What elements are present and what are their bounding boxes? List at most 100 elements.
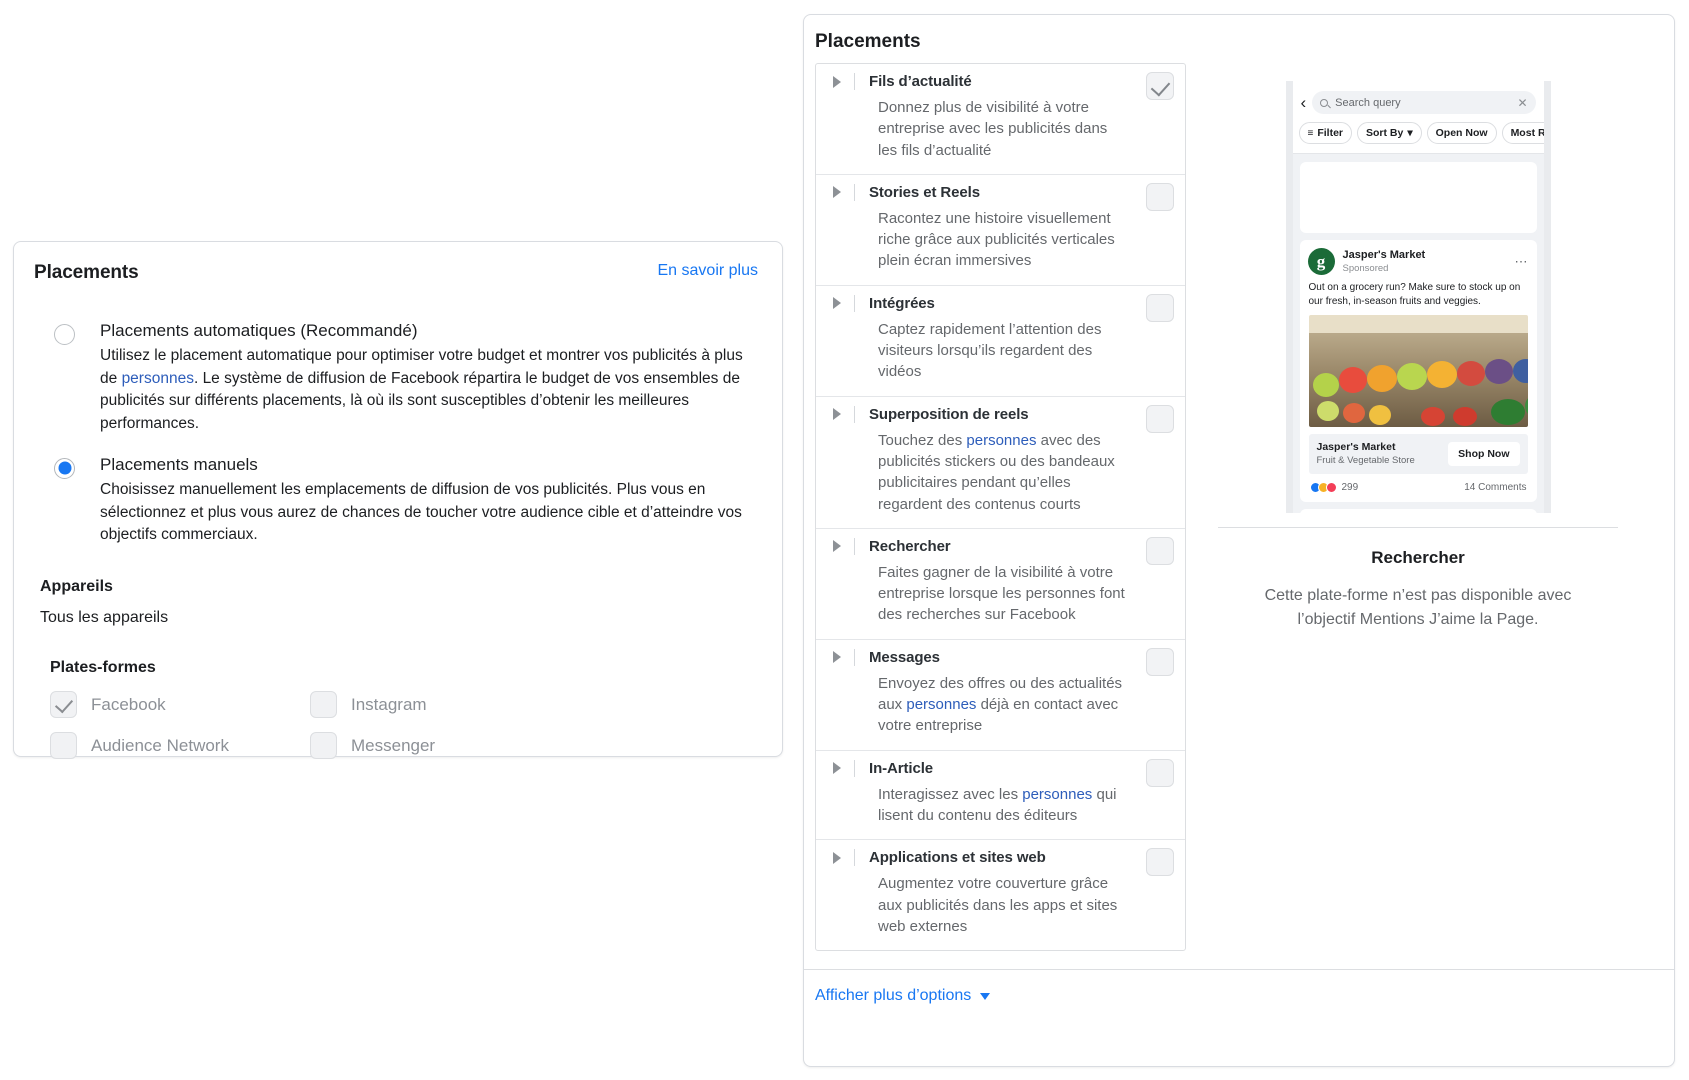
- placement-item-header: In-Article: [816, 759, 1185, 777]
- placement-item-checkbox[interactable]: [1146, 848, 1174, 877]
- preview-note: Cette plate-forme n’est pas disponible a…: [1264, 587, 1572, 628]
- devices-section: Appareils Tous les appareils: [40, 578, 758, 627]
- placement-item-description: Racontez une histoire visuellement riche…: [878, 208, 1125, 272]
- placement-item-checkbox[interactable]: [1146, 404, 1174, 433]
- ad-brand-block: Jasper's Market Sponsored: [1343, 249, 1426, 275]
- radio-manual-indicator[interactable]: [54, 457, 75, 479]
- chip-sort-by[interactable]: Sort By ▾: [1357, 122, 1422, 144]
- close-icon[interactable]: ✕: [1517, 96, 1527, 110]
- show-more-options-label: Afficher plus d’options: [815, 987, 972, 1005]
- preview-title: Rechercher: [1371, 548, 1465, 567]
- placement-item-description: Envoyez des offres ou des actualités aux…: [878, 673, 1125, 737]
- chevron-right-icon[interactable]: [833, 297, 841, 310]
- placement-item-label: Fils d’actualité: [869, 73, 972, 90]
- more-options-icon[interactable]: ⋯: [1515, 254, 1529, 270]
- phone-search-input[interactable]: Search query ✕: [1312, 91, 1536, 114]
- chevron-right-icon[interactable]: [833, 186, 841, 199]
- placement-item-label: Rechercher: [869, 537, 951, 555]
- chevron-right-icon[interactable]: [833, 851, 841, 864]
- right-panel-title: Placements: [815, 31, 921, 52]
- placement-item[interactable]: Superposition de reels Touchez des person…: [816, 397, 1185, 529]
- placement-item-checkbox[interactable]: [1146, 647, 1174, 676]
- phone-screen: ‹ Search query ✕ ≡ Filter Sort By ▾ Open…: [1292, 81, 1544, 513]
- placement-item-header: Applications et sites web: [816, 849, 1185, 867]
- description-text: Interagissez avec les: [878, 785, 1023, 803]
- chevron-right-icon[interactable]: [833, 408, 841, 421]
- placement-item[interactable]: In-Article Interagissez avec les personne…: [816, 751, 1185, 841]
- description-text: Faites gagner de la visibilité à votre e…: [878, 563, 1125, 624]
- description-text: Racontez une histoire visuellement riche…: [878, 209, 1115, 270]
- fruit-shape: [1452, 406, 1477, 426]
- placement-item[interactable]: Fils d’actualité Donnez plus de visibilit…: [816, 64, 1185, 175]
- placement-item[interactable]: Rechercher Faites gagner de la visibilité…: [816, 529, 1185, 640]
- right-panel-body: Fils d’actualité Donnez plus de visibilit…: [804, 53, 1674, 952]
- placement-item[interactable]: Intégrées Captez rapidement l’attention d…: [816, 286, 1185, 397]
- placement-item[interactable]: Applications et sites web Augmentez votre…: [816, 840, 1185, 950]
- placement-item-description: Faites gagner de la visibilité à votre e…: [878, 562, 1125, 626]
- preview-column: ‹ Search query ✕ ≡ Filter Sort By ▾ Open…: [1208, 63, 1628, 951]
- placement-item-checkbox[interactable]: [1146, 72, 1174, 100]
- phone-feed: g Jasper's Market Sponsored ⋯ Out on a g…: [1292, 154, 1544, 513]
- desc-text-2: . Le système de diffusion de Facebook ré…: [100, 369, 740, 432]
- personnes-link[interactable]: personnes: [122, 370, 194, 387]
- platforms-grid: Facebook Instagram Audience Network Mess…: [50, 691, 758, 760]
- sponsored-ad-card[interactable]: g Jasper's Market Sponsored ⋯ Out on a g…: [1299, 240, 1537, 502]
- radio-manual-label: Placements manuels: [100, 454, 258, 474]
- platform-checkbox-instagram[interactable]: Instagram: [310, 691, 570, 719]
- fruit-shape: [1484, 358, 1513, 384]
- chip-filter[interactable]: ≡ Filter: [1298, 122, 1353, 144]
- placement-item-header: Intégrées: [816, 294, 1185, 312]
- placement-item-label: Messages: [869, 648, 940, 666]
- checkbox-facebook-icon[interactable]: [50, 691, 77, 719]
- checkbox-instagram-icon[interactable]: [310, 691, 337, 719]
- platform-checkbox-messenger[interactable]: Messenger: [310, 732, 570, 760]
- radio-automatic-indicator[interactable]: [54, 324, 75, 345]
- personnes-link[interactable]: personnes: [906, 696, 976, 713]
- placements-detail-card: Placements Fils d’actualité Donnez plus d…: [803, 14, 1675, 1067]
- fruit-shape: [1368, 404, 1391, 425]
- chip-most-recent[interactable]: Most Rec: [1501, 122, 1544, 144]
- shop-now-button[interactable]: Shop Now: [1448, 441, 1520, 466]
- chip-open-now[interactable]: Open Now: [1426, 122, 1497, 144]
- radio-automatic-label: Placements automatiques (Recommandé): [100, 321, 418, 340]
- platform-checkbox-facebook[interactable]: Facebook: [50, 691, 310, 719]
- chevron-right-icon[interactable]: [833, 75, 841, 88]
- personnes-link[interactable]: personnes: [1022, 786, 1092, 803]
- chevron-right-icon[interactable]: [833, 762, 841, 775]
- platform-checkbox-audience-network[interactable]: Audience Network: [50, 732, 310, 760]
- radio-manual-body: Placements manuels Choisissez manuelleme…: [100, 454, 758, 547]
- radio-option-automatic[interactable]: Placements automatiques (Recommandé) Uti…: [34, 320, 758, 435]
- phone-mockup: ‹ Search query ✕ ≡ Filter Sort By ▾ Open…: [1285, 81, 1551, 513]
- phone-filter-chips: ≡ Filter Sort By ▾ Open Now Most R: [1293, 120, 1544, 153]
- phone-frame: ‹ Search query ✕ ≡ Filter Sort By ▾ Open…: [1285, 81, 1551, 513]
- ad-copy-text: Out on a grocery run? Make sure to stock…: [1308, 282, 1521, 307]
- divider: [854, 648, 855, 666]
- ad-cta-bar: Jasper's Market Fruit & Vegetable Store …: [1308, 433, 1528, 474]
- placement-item-checkbox[interactable]: [1146, 536, 1174, 565]
- placement-item-header: Rechercher: [816, 537, 1185, 555]
- devices-value: Tous les appareils: [40, 609, 169, 627]
- back-chevron-icon[interactable]: ‹: [1301, 94, 1307, 111]
- divider: [854, 294, 855, 312]
- fruit-shape: [1426, 360, 1457, 388]
- placements-list: Fils d’actualité Donnez plus de visibilit…: [815, 63, 1186, 952]
- checkbox-audience-network-icon[interactable]: [50, 732, 77, 760]
- chevron-right-icon[interactable]: [833, 540, 841, 553]
- learn-more-link[interactable]: En savoir plus: [658, 262, 759, 280]
- personnes-link[interactable]: personnes: [966, 432, 1036, 449]
- checkbox-messenger-icon[interactable]: [310, 732, 337, 760]
- placement-item-label: Stories et Reels: [869, 183, 980, 201]
- chevron-right-icon[interactable]: [833, 651, 841, 664]
- placement-item-checkbox[interactable]: [1146, 293, 1174, 322]
- placement-item-description: Interagissez avec les personnes qui lise…: [878, 784, 1125, 827]
- platform-label-audience-network: Audience Network: [91, 735, 229, 755]
- show-more-options-button[interactable]: Afficher plus d’options: [815, 987, 991, 1005]
- placement-item-checkbox[interactable]: [1146, 182, 1174, 211]
- radio-manual-description: Choisissez manuellement les emplacements…: [100, 481, 742, 543]
- feed-placeholder-card: [1299, 162, 1537, 233]
- placement-item[interactable]: Messages Envoyez des offres ou des actual…: [816, 640, 1185, 751]
- placement-item-checkbox[interactable]: [1146, 758, 1174, 787]
- placement-item-description: Augmentez votre couverture grâce aux pub…: [878, 873, 1125, 937]
- radio-option-manual[interactable]: Placements manuels Choisissez manuelleme…: [34, 454, 758, 547]
- placement-item[interactable]: Stories et Reels Racontez une histoire vi…: [816, 175, 1185, 286]
